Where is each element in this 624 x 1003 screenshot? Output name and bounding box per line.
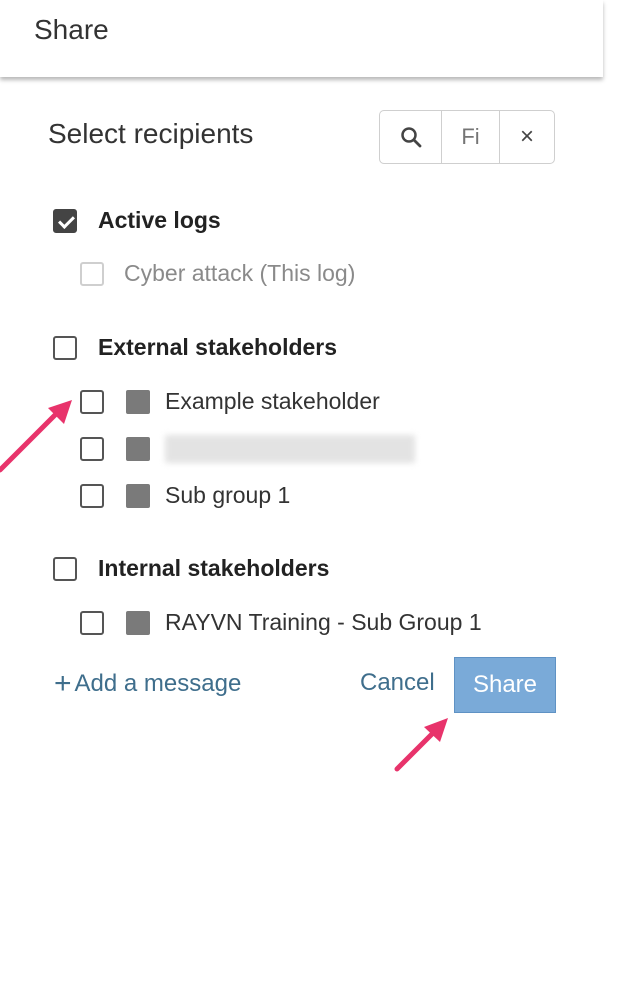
group-active-logs[interactable]: Active logs (53, 207, 221, 234)
add-message-label: Add a message (74, 670, 242, 697)
group-external-stakeholders[interactable]: External stakeholders (53, 334, 337, 361)
item-label: Example stakeholder (165, 388, 380, 414)
dialog-header: Share (0, 0, 603, 77)
group-label: Active logs (98, 207, 221, 233)
filter-input[interactable] (442, 123, 499, 151)
search-button[interactable] (380, 111, 442, 163)
search-icon (400, 127, 421, 148)
redacted-item-checkbox[interactable] (80, 437, 104, 461)
plus-icon: + (54, 667, 72, 700)
annotation-arrow-icon (394, 718, 448, 772)
group-internal-stakeholders[interactable]: Internal stakeholders (53, 555, 329, 582)
filter-input-cell (442, 111, 500, 163)
cancel-button[interactable]: Cancel (360, 669, 435, 697)
sub-group-1-checkbox[interactable] (80, 483, 104, 508)
group-label: Internal stakeholders (98, 555, 330, 581)
example-stakeholder-checkbox[interactable] (80, 389, 104, 414)
list-item-example-stakeholder[interactable]: Example stakeholder (80, 388, 380, 415)
external-stakeholders-checkbox[interactable] (53, 335, 77, 360)
item-label: Sub group 1 (165, 482, 291, 508)
item-label: RAYVN Training - Sub Group 1 (165, 609, 482, 635)
recipient-filter-group: × (379, 110, 555, 164)
annotation-arrow-icon (0, 400, 72, 473)
add-message-link[interactable]: + Add a message (54, 669, 241, 699)
select-recipients-title: Select recipients (48, 118, 254, 149)
redacted-label (165, 435, 415, 463)
group-color-swatch (126, 483, 150, 508)
active-logs-checkbox[interactable] (53, 208, 77, 233)
item-label: Cyber attack (This log) (124, 260, 356, 286)
clear-filter-button[interactable]: × (500, 111, 554, 163)
list-item-cyber-attack[interactable]: Cyber attack (This log) (80, 260, 355, 287)
list-item-sub-group-1[interactable]: Sub group 1 (80, 482, 290, 509)
rayvn-training-checkbox[interactable] (80, 610, 104, 635)
group-label: External stakeholders (98, 334, 338, 360)
group-color-swatch (126, 389, 150, 414)
dialog-title: Share (34, 14, 109, 45)
internal-stakeholders-checkbox[interactable] (53, 556, 77, 581)
list-item-redacted[interactable] (80, 435, 415, 463)
list-item-rayvn-training[interactable]: RAYVN Training - Sub Group 1 (80, 609, 482, 636)
group-color-swatch (126, 610, 150, 635)
group-color-swatch (126, 437, 150, 461)
cyber-attack-checkbox (80, 261, 104, 286)
share-button[interactable]: Share (454, 657, 556, 713)
